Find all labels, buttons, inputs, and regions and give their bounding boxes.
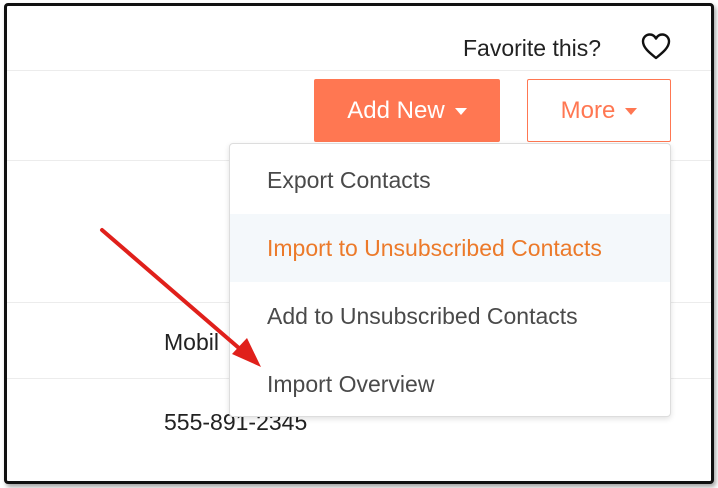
- favorite-label: Favorite this?: [463, 35, 602, 61]
- column-header-mobile: Mobil: [164, 329, 219, 355]
- menu-item-add-to-unsubscribed[interactable]: Add to Unsubscribed Contacts: [230, 282, 670, 350]
- header-divider: [7, 70, 711, 71]
- more-dropdown-menu: Export Contacts Import to Unsubscribed C…: [229, 143, 671, 417]
- menu-item-import-overview[interactable]: Import Overview: [230, 350, 670, 418]
- caret-down-icon: [625, 108, 638, 115]
- menu-item-label: Import Overview: [267, 370, 435, 397]
- menu-item-label: Export Contacts: [267, 166, 431, 193]
- add-new-label: Add New: [347, 96, 445, 124]
- menu-item-import-to-unsubscribed[interactable]: Import to Unsubscribed Contacts: [230, 214, 670, 282]
- more-button[interactable]: More: [527, 79, 671, 142]
- heart-icon[interactable]: [640, 31, 672, 61]
- caret-down-icon: [454, 108, 467, 115]
- more-label: More: [560, 96, 616, 124]
- menu-item-label: Add to Unsubscribed Contacts: [267, 302, 578, 329]
- menu-item-export-contacts[interactable]: Export Contacts: [230, 146, 670, 214]
- menu-item-label: Import to Unsubscribed Contacts: [267, 234, 602, 261]
- screenshot-frame: Favorite this? Add New More Mobil 555-89…: [4, 3, 714, 484]
- add-new-button[interactable]: Add New: [314, 79, 500, 142]
